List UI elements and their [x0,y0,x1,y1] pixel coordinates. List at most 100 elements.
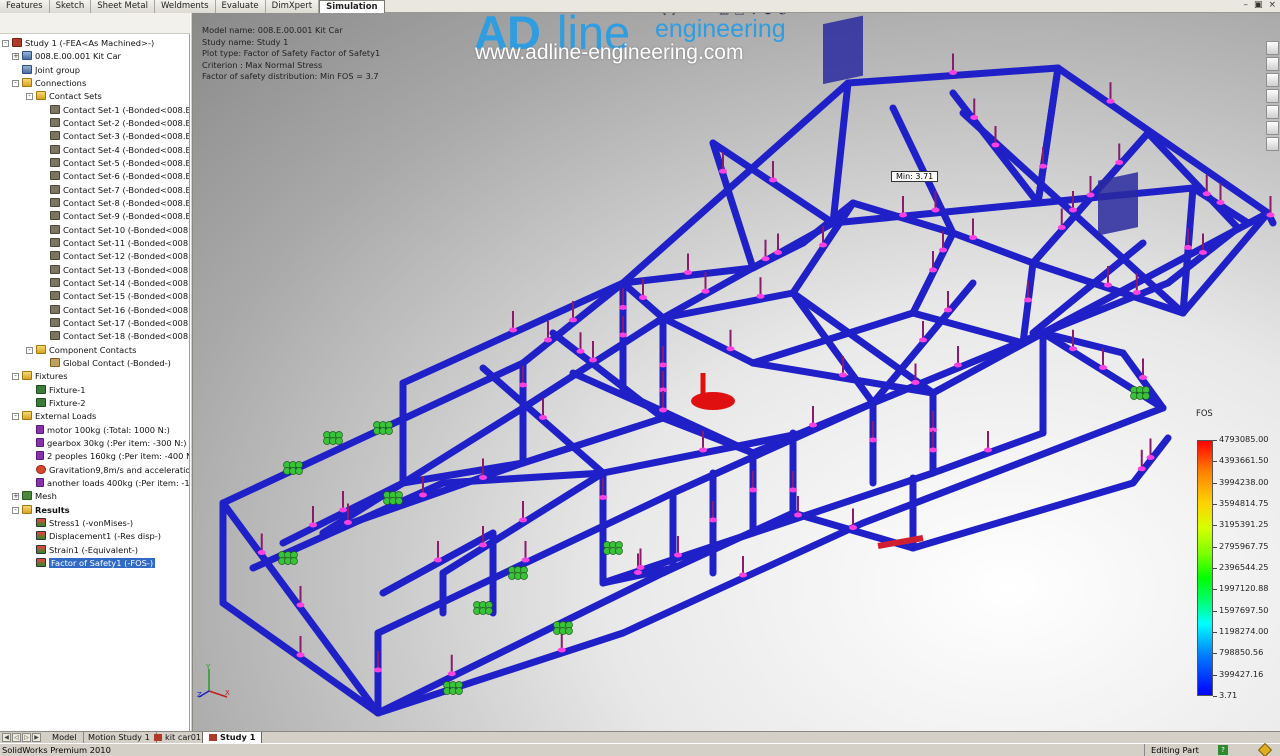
zoom-to-fit-icon[interactable]: 🔍 [653,13,667,17]
legend-value-label: 3594814.75 [1219,498,1269,508]
design-library-icon[interactable] [1266,57,1279,71]
tree-contact-sets[interactable]: Contact Sets [36,90,102,103]
legend-value-label: 2396544.25 [1219,562,1269,572]
tree-expand-toggle[interactable]: - [2,40,9,47]
tree-result[interactable]: Strain1 (-Equivalent-) [36,544,138,557]
pan-icon[interactable]: ✛ [690,13,699,17]
simulation-study-tree[interactable]: - Study 1 (-FEA<As Machined>-) +008.E.00.0… [0,34,190,731]
section-view-icon[interactable]: ▧ [719,13,729,17]
task-pane-tabs [1266,41,1280,151]
first-tab-icon[interactable]: ◀ [2,733,11,742]
tree-contact-set[interactable]: Contact Set-10 (-Bonded<008.E.00.0 [50,224,189,237]
tree-expand-toggle[interactable]: - [26,346,33,354]
contact-icon [50,264,60,274]
next-tab-icon[interactable]: ▷ [22,733,31,742]
tree-contact-set[interactable]: Contact Set-6 (-Bonded<008.E.00.00 [50,170,189,183]
load-arrow-head [1039,163,1047,169]
tree-contact-set[interactable]: Contact Set-12 (-Bonded<008.E.00.0 [50,250,189,263]
tree-load[interactable]: gearbox 30kg (:Per item: -300 N:) [36,437,187,450]
tree-contact-set[interactable]: Contact Set-17 (-Bonded<008.E.00.0 [50,317,189,330]
load-arrow-head [699,447,707,453]
fos-color-legend-bar [1197,440,1213,696]
tree-contact-set[interactable]: Contact Set-11 (-Bonded<008.E.00.0 [50,237,189,250]
edit-icon[interactable] [1257,742,1273,756]
tree-load[interactable]: motor 100kg (:Total: 1000 N:) [36,424,170,437]
tree-contact-set[interactable]: Contact Set-3 (-Bonded<008.E.00.00 [50,130,189,143]
folder-icon [36,91,46,101]
rotate-icon[interactable]: ↻ [705,13,714,17]
load-icon [36,451,44,461]
tree-result[interactable]: Displacement1 (-Res disp-) [36,530,161,543]
load-arrow-head [1146,455,1155,460]
tree-expand-toggle[interactable]: - [12,373,19,381]
fixture-marker [385,427,393,435]
close-button[interactable]: × [1268,0,1276,13]
tree-component-contacts[interactable]: Component Contacts [36,344,136,357]
tree-global-contact[interactable]: Global Contact (-Bonded-) [50,357,171,370]
tree-contact-set[interactable]: Contact Set-14 (-Bonded<008.E.00.0 [50,277,189,290]
custom-properties-icon[interactable] [1266,121,1279,135]
legend-title: FOS [1196,408,1213,418]
minimize-button[interactable]: – [1243,0,1248,13]
tree-contact-set[interactable]: Contact Set-1 (-Bonded<008.E.00.00 [50,104,189,117]
view-orientation-icon[interactable]: ▣ [734,13,744,17]
tree-contact-set[interactable]: Contact Set-9 (-Bonded<008.E.00.00 [50,210,189,223]
tree-external-loads[interactable]: External Loads [22,410,96,423]
tab-sketch[interactable]: Sketch [49,0,92,13]
tree-contact-set[interactable]: Contact Set-2 (-Bonded<008.E.00.00 [50,117,189,130]
tree-load[interactable]: Gravitation9,8m/s and acceleration5,8m [36,464,189,477]
load-arrow-head [1106,98,1115,104]
tree-expand-toggle[interactable]: + [12,53,19,61]
tree-study[interactable]: Study 1 (-FEA<As Machined>-) [12,37,154,50]
appearances-icon[interactable] [1266,105,1279,119]
tree-contact-set[interactable]: Contact Set-13 (-Bonded<008.E.00.0 [50,264,189,277]
tree-fixtures[interactable]: Fixtures [22,370,68,383]
tree-fixture[interactable]: Fixture-1 [36,384,86,397]
tree-expand-toggle[interactable]: - [26,93,33,101]
prev-tab-icon[interactable]: ◁ [12,733,21,742]
tree-contact-set[interactable]: Contact Set-4 (-Bonded<008.E.00.00 [50,144,189,157]
tree-contact-set[interactable]: Contact Set-7 (-Bonded<008.E.00.00 [50,184,189,197]
tree-contact-set[interactable]: Contact Set-18 (-Bonded<008.E.00.0 [50,330,189,343]
tree-fixture[interactable]: Fixture-2 [36,397,86,410]
file-explorer-icon[interactable] [1266,73,1279,87]
kit-car-frame-model[interactable] [193,13,1280,731]
hide-show-icon[interactable]: ● [763,13,773,17]
tree-contact-set[interactable]: Contact Set-16 (-Bonded<008.E.00.0 [50,304,189,317]
help-icon[interactable]: ? [1218,745,1228,755]
tree-contact-set[interactable]: Contact Set-15 (-Bonded<008.E.00.0 [50,290,189,303]
tree-load[interactable]: 2 peoples 160kg (:Per item: -400 N:) [36,450,189,463]
tree-expand-toggle[interactable]: - [12,79,19,87]
load-arrow-head [911,380,920,385]
tree-contact-set[interactable]: Contact Set-8 (-Bonded<008.E.00.00 [50,197,189,210]
tree-result[interactable]: Stress1 (-vonMises-) [36,517,133,530]
appearance-icon[interactable]: ◐ [778,13,788,17]
tree-part[interactable]: 008.E.00.001 Kit Car [22,50,121,63]
zoom-area-icon[interactable]: 🔎 [672,13,686,17]
tab-simulation[interactable]: Simulation [319,0,385,13]
tree-load[interactable]: another loads 400kg (:Per item: -120 N [36,477,189,490]
tab-sheet-metal[interactable]: Sheet Metal [91,0,155,13]
tree-mesh[interactable]: Mesh [22,490,57,503]
tree-expand-toggle[interactable]: - [12,413,19,421]
last-tab-icon[interactable]: ▶ [32,733,41,742]
tree-expand-toggle[interactable]: - [12,506,19,514]
display-style-icon[interactable]: ◆ [750,13,758,17]
status-product: SolidWorks Premium 2010 [2,745,111,755]
tree-expand-toggle[interactable]: + [12,493,19,501]
tree-contact-set[interactable]: Contact Set-5 (-Bonded<008.E.00.00 [50,157,189,170]
tree-joint-group[interactable]: Joint group [22,64,80,77]
tab-dimxpert[interactable]: DimXpert [265,0,320,13]
tab-features[interactable]: Features [0,0,50,13]
tab-evaluate[interactable]: Evaluate [215,0,266,13]
tree-connections[interactable]: Connections [22,77,86,90]
restore-button[interactable]: ▣ [1254,0,1263,13]
view-palette-icon[interactable] [1266,89,1279,103]
task-pane-home-icon[interactable] [1266,41,1279,55]
load-arrow-head [521,557,530,563]
graphics-viewport[interactable]: Model name: 008.E.00.001 Kit Car Study n… [193,13,1280,731]
tree-result[interactable]: Factor of Safety1 (-FOS-) [36,556,157,570]
tree-results[interactable]: Results [22,504,70,517]
tab-weldments[interactable]: Weldments [154,0,216,13]
document-recovery-icon[interactable] [1266,137,1279,151]
